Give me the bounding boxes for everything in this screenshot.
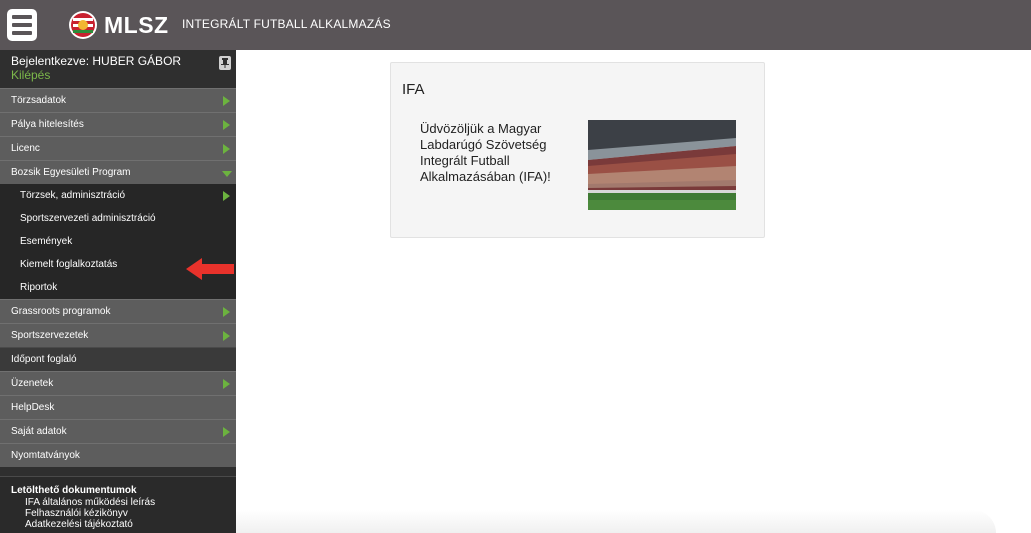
- sidebar-item-label: Törzsek, adminisztráció: [20, 190, 126, 201]
- welcome-card: IFA Üdvözöljük a Magyar Labdarúgó Szövet…: [390, 62, 765, 238]
- footer-strip: [236, 510, 996, 533]
- sidebar-item-label: Törzsadatok: [11, 95, 67, 106]
- sidebar-item-sajat-adatok[interactable]: Saját adatok: [0, 419, 236, 443]
- sidebar-item-label: Saját adatok: [11, 426, 67, 437]
- mlsz-crest-icon: [69, 11, 97, 39]
- mlsz-logo[interactable]: MLSZ: [68, 8, 169, 42]
- chevron-right-icon: [223, 379, 230, 389]
- sidebar-item-uzenetek[interactable]: Üzenetek: [0, 371, 236, 395]
- sidebar-item-label: Üzenetek: [11, 378, 54, 389]
- sidebar-item-sportszervezetek[interactable]: Sportszervezetek: [0, 323, 236, 347]
- chevron-right-icon: [223, 120, 230, 130]
- app-title: INTEGRÁLT FUTBALL ALKALMAZÁS: [182, 17, 391, 31]
- sidebar: Bejelentkezve: HUBER GÁBOR Kilépés Törzs…: [0, 50, 236, 533]
- sidebar-item-label: HelpDesk: [11, 402, 55, 413]
- doc-link-ifa-leiras[interactable]: IFA általános működési leírás: [11, 497, 236, 508]
- sidebar-item-label: Sportszervezetek: [11, 330, 89, 341]
- user-box: Bejelentkezve: HUBER GÁBOR Kilépés: [0, 50, 236, 88]
- docs-title: Letölthető dokumentumok: [11, 485, 137, 496]
- sidebar-item-label: Licenc: [11, 143, 40, 154]
- chevron-right-icon: [223, 96, 230, 106]
- sidebar-item-label: Események: [20, 236, 73, 247]
- sidebar-item-label: Grassroots programok: [11, 306, 111, 317]
- sidebar-item-label: Bozsik Egyesületi Program: [11, 167, 131, 178]
- logo-text: MLSZ: [104, 11, 169, 38]
- sidebar-subitem-esemenyek[interactable]: Események: [0, 230, 236, 253]
- chevron-right-icon: [223, 427, 230, 437]
- doc-link-kezikonyv[interactable]: Felhasználói kézikönyv: [11, 508, 236, 519]
- logged-in-user: Bejelentkezve: HUBER GÁBOR: [11, 54, 182, 68]
- sidebar-item-grassroots[interactable]: Grassroots programok: [0, 299, 236, 323]
- stadium-image: [588, 120, 736, 210]
- sidebar-item-nyomtatvanyok[interactable]: Nyomtatványok: [0, 443, 236, 467]
- welcome-text: Üdvözöljük a Magyar Labdarúgó Szövetség …: [420, 121, 551, 184]
- hamburger-menu-icon[interactable]: [7, 9, 37, 41]
- top-bar: MLSZ INTEGRÁLT FUTBALL ALKALMAZÁS: [0, 0, 1031, 50]
- sidebar-item-label: Sportszervezeti adminisztráció: [20, 213, 156, 224]
- sidebar-item-label: Riportok: [20, 282, 58, 293]
- chevron-right-icon: [223, 144, 230, 154]
- downloadable-documents: Letölthető dokumentumok IFA általános mű…: [0, 476, 236, 533]
- chevron-right-icon: [223, 307, 230, 317]
- sidebar-item-label: Pálya hitelesítés: [11, 119, 84, 130]
- sidebar-item-label: Időpont foglaló: [11, 354, 77, 365]
- chevron-right-icon: [223, 331, 230, 341]
- red-pointer-arrow-icon: [186, 258, 234, 280]
- sidebar-item-licenc[interactable]: Licenc: [0, 136, 236, 160]
- sidebar-item-palya-hitelesites[interactable]: Pálya hitelesítés: [0, 112, 236, 136]
- sidebar-item-label: Nyomtatványok: [11, 450, 80, 461]
- card-title: IFA: [402, 81, 425, 98]
- sidebar-item-label: Kiemelt foglalkoztatás: [20, 259, 118, 270]
- doc-link-adatkezeles[interactable]: Adatkezelési tájékoztató: [11, 519, 236, 530]
- sidebar-item-bozsik[interactable]: Bozsik Egyesületi Program: [0, 160, 236, 184]
- sidebar-item-helpdesk[interactable]: HelpDesk: [0, 395, 236, 419]
- logout-link[interactable]: Kilépés: [11, 68, 236, 82]
- sidebar-subitem-sportszervezeti[interactable]: Sportszervezeti adminisztráció: [0, 207, 236, 230]
- chevron-down-icon: [222, 171, 232, 177]
- sidebar-item-torzsadatok[interactable]: Törzsadatok: [0, 88, 236, 112]
- sidebar-subitem-torzsek[interactable]: Törzsek, adminisztráció: [0, 184, 236, 207]
- sidebar-item-idopont[interactable]: Időpont foglaló: [0, 347, 236, 371]
- pin-glyph: [221, 58, 229, 68]
- chevron-right-icon: [223, 191, 230, 201]
- pin-icon[interactable]: [219, 56, 231, 70]
